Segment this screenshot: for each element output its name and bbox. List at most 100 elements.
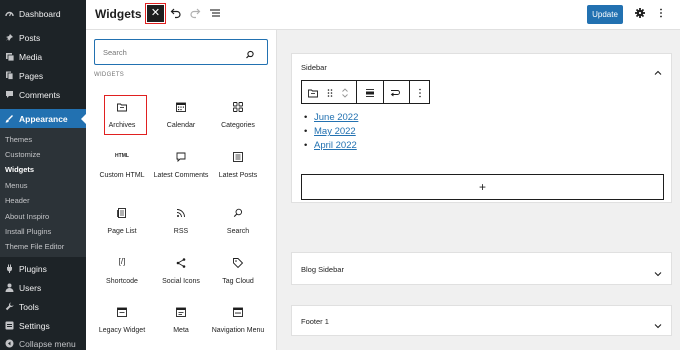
- block-label: Latest Comments: [153, 172, 209, 179]
- widget-area-title[interactable]: Sidebar: [301, 63, 327, 72]
- menu-item-comments[interactable]: Comments: [0, 85, 86, 104]
- block-tag-cloud[interactable]: Tag Cloud: [208, 256, 268, 302]
- widgets-section-label: WIDGETS: [94, 72, 125, 78]
- menu-label-users: Users: [19, 282, 42, 293]
- submenu-item-themes[interactable]: Themes: [5, 135, 32, 144]
- comment-icon: [5, 90, 14, 99]
- block-label: Tag Cloud: [222, 278, 254, 285]
- menu-item-pages[interactable]: Pages: [0, 66, 86, 85]
- block-search[interactable]: Search: [94, 39, 268, 65]
- menu-label-media: Media: [19, 51, 43, 62]
- comment-bubble-icon: [175, 150, 187, 163]
- meta-icon: [175, 305, 187, 317]
- menu-label-appearance: Appearance: [19, 113, 68, 124]
- block-categories[interactable]: Categories: [208, 100, 268, 146]
- collapse-icon: [5, 339, 14, 348]
- menu-item-dashboard[interactable]: Dashboard: [0, 4, 86, 23]
- block-toolbar: [301, 80, 430, 104]
- add-block-button[interactable]: +: [301, 174, 664, 200]
- chevron-up-icon[interactable]: [654, 64, 662, 75]
- block-label: Page List: [107, 228, 137, 235]
- brush-icon: [5, 114, 14, 123]
- pin-icon: [5, 33, 14, 42]
- menu-item-plugins[interactable]: Plugins: [0, 259, 86, 278]
- block-page-list[interactable]: Page List: [92, 206, 152, 252]
- widget-area-footer-1[interactable]: Footer 1: [291, 305, 672, 336]
- media-icon: [5, 52, 15, 62]
- editor-toolbar: Widgets ✕ Update: [86, 0, 680, 30]
- archive-link-june-2022[interactable]: June 2022: [304, 112, 358, 123]
- widget-icon: [116, 305, 128, 317]
- html-icon: HTML: [115, 153, 129, 159]
- archive-link-may-2022[interactable]: May 2022: [304, 126, 356, 137]
- menu-label-comments: Comments: [19, 89, 61, 100]
- search-icon: [232, 206, 244, 218]
- undo-icon[interactable]: [170, 7, 182, 19]
- block-search-widget[interactable]: Search: [208, 206, 268, 252]
- block-label: RSS: [173, 228, 189, 235]
- menu-item-media[interactable]: Media: [0, 47, 86, 66]
- block-label: Categories: [221, 122, 255, 129]
- submenu-item-widgets[interactable]: Widgets: [5, 165, 34, 174]
- block-options-icon[interactable]: [414, 86, 426, 98]
- submenu-item-theme-file-editor[interactable]: Theme File Editor: [5, 242, 64, 251]
- block-custom-html[interactable]: HTML Custom HTML: [92, 150, 152, 196]
- posts-list-icon: [232, 150, 244, 162]
- chevron-down-icon[interactable]: [654, 265, 662, 277]
- page-title: Widgets: [95, 7, 142, 21]
- block-label: Social Icons: [162, 278, 200, 285]
- archive-link-april-2022[interactable]: April 2022: [304, 140, 357, 151]
- block-latest-posts[interactable]: Latest Posts: [208, 150, 268, 196]
- archive-folder-icon[interactable]: [307, 86, 319, 98]
- block-calendar[interactable]: Calendar: [151, 100, 211, 146]
- menu-item-users[interactable]: Users: [0, 278, 86, 297]
- share-icon: [175, 256, 187, 268]
- block-shortcode[interactable]: [/] Shortcode: [92, 256, 152, 302]
- shortcode-icon: [/]: [118, 257, 126, 266]
- gear-icon[interactable]: [634, 7, 646, 19]
- widget-area-title[interactable]: Blog Sidebar: [301, 265, 344, 274]
- search-icon: [245, 47, 255, 59]
- categories-icon: [232, 100, 244, 112]
- transform-icon[interactable]: [389, 86, 401, 98]
- block-navigation-menu[interactable]: Navigation Menu: [208, 305, 268, 350]
- submenu-item-install-plugins[interactable]: Install Plugins: [5, 227, 51, 236]
- block-legacy-widget[interactable]: Legacy Widget: [92, 305, 152, 350]
- move-up-down-icon[interactable]: [339, 86, 351, 98]
- block-label: Calendar: [166, 122, 196, 129]
- widget-area-blog-sidebar[interactable]: Blog Sidebar: [291, 252, 672, 285]
- redo-icon[interactable]: [189, 7, 201, 19]
- block-rss[interactable]: RSS: [151, 206, 211, 252]
- update-button[interactable]: Update: [587, 5, 623, 24]
- collapse-menu-button[interactable]: Collapse menu: [0, 334, 86, 350]
- block-social-icons[interactable]: Social Icons: [151, 256, 211, 302]
- admin-sidebar: Dashboard Posts Media Pages Comments App…: [0, 0, 86, 350]
- drag-handle-icon[interactable]: [324, 86, 336, 98]
- menu-label-settings: Settings: [19, 320, 50, 331]
- submenu-item-menus[interactable]: Menus: [5, 181, 28, 190]
- block-label: Legacy Widget: [98, 327, 146, 334]
- page-list-icon: [116, 206, 128, 218]
- widgets-editor-screen: Dashboard Posts Media Pages Comments App…: [0, 0, 680, 350]
- block-label: Navigation Menu: [211, 327, 265, 334]
- search-input[interactable]: Search: [103, 48, 127, 57]
- menu-item-appearance[interactable]: Appearance: [0, 109, 86, 128]
- widget-area-title[interactable]: Footer 1: [301, 317, 329, 326]
- menu-label-collapse: Collapse menu: [19, 338, 76, 349]
- menu-item-tools[interactable]: Tools: [0, 297, 86, 316]
- submenu-item-about-inspiro[interactable]: About Inspiro: [5, 212, 49, 221]
- submenu-item-customize[interactable]: Customize: [5, 150, 40, 159]
- list-view-icon[interactable]: [209, 7, 221, 19]
- block-latest-comments[interactable]: Latest Comments: [151, 150, 211, 196]
- more-options-icon[interactable]: [655, 7, 667, 19]
- menu-item-posts[interactable]: Posts: [0, 28, 86, 47]
- calendar-icon: [175, 100, 187, 112]
- submenu-item-header[interactable]: Header: [5, 196, 30, 205]
- block-meta[interactable]: Meta: [151, 305, 211, 350]
- align-icon[interactable]: [364, 86, 376, 98]
- chevron-down-icon[interactable]: [654, 317, 662, 329]
- block-label: Custom HTML: [99, 172, 145, 179]
- dashboard-icon: [5, 9, 14, 18]
- close-inserter-button[interactable]: ✕: [145, 3, 166, 24]
- menu-item-settings[interactable]: Settings: [0, 316, 86, 335]
